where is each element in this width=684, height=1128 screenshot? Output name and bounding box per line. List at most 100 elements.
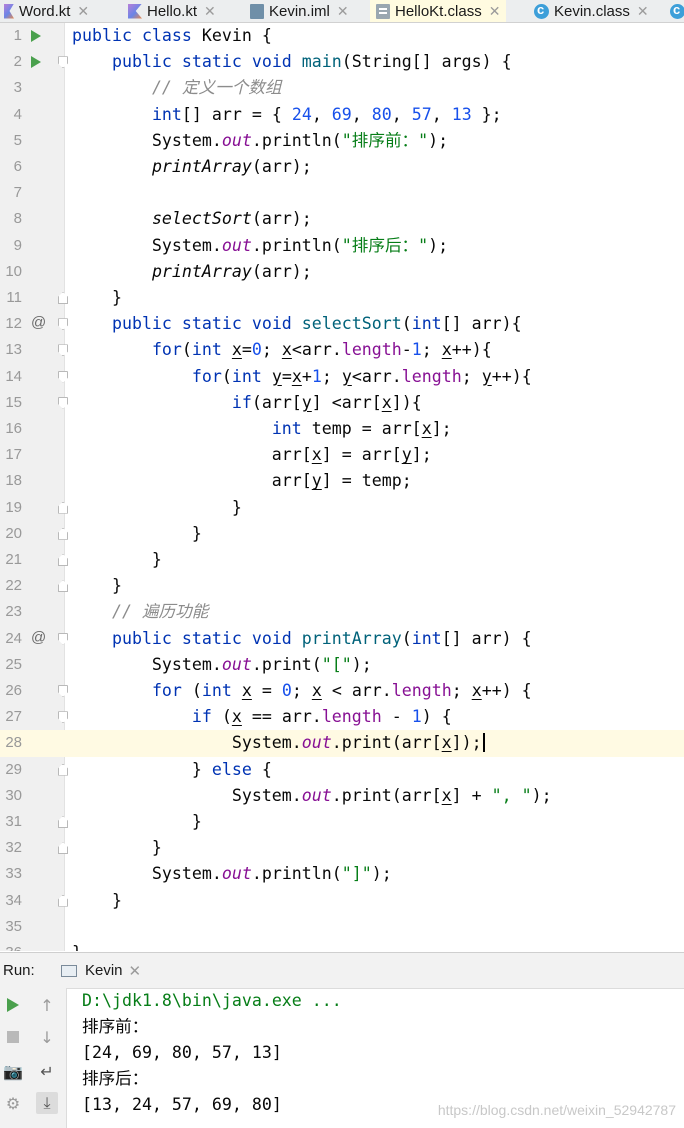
code-line[interactable]: 1 public class Kevin { <box>0 23 684 49</box>
code-line[interactable]: 4 int[] arr = { 24, 69, 80, 57, 13 }; <box>0 102 684 128</box>
code-token: selectSort <box>151 209 252 229</box>
close-icon[interactable]: ✕ <box>637 3 649 20</box>
close-icon[interactable]: ✕ <box>77 3 89 20</box>
code-line[interactable]: 10 printArray(arr); <box>0 259 684 285</box>
camera-button[interactable]: 📷 <box>2 1060 24 1082</box>
scroll-to-end-button[interactable]: ⤓ <box>36 1092 58 1114</box>
code-line[interactable]: 36} <box>0 940 684 951</box>
code-line[interactable]: 25 System.out.print("["); <box>0 652 684 678</box>
code-line[interactable]: 27 if (x == arr.length - 1) { <box>0 704 684 730</box>
fold-marker-icon[interactable] <box>58 632 68 645</box>
fold-marker-icon[interactable] <box>58 554 68 566</box>
code-line[interactable]: 30 System.out.print(arr[x] + ", "); <box>0 783 684 809</box>
tab-word-kt[interactable]: Word.kt ✕ <box>0 0 95 22</box>
code-line[interactable]: 21 } <box>0 547 684 573</box>
code-line[interactable]: 12 @ public static void selectSort(int[] … <box>0 311 684 337</box>
run-gutter-icon[interactable] <box>31 30 41 42</box>
fold-marker-icon[interactable] <box>58 501 68 514</box>
code-line[interactable]: 8 selectSort(arr); <box>0 206 684 232</box>
run-tab-kevin[interactable]: Kevin ✕ <box>57 953 145 988</box>
code-line[interactable]: 15 if(arr[y] <arr[x]){ <box>0 390 684 416</box>
code-token: } <box>72 890 122 910</box>
code-line[interactable]: 14 for(int y=x+1; y<arr.length; y++){ <box>0 364 684 390</box>
annotation-gutter-icon[interactable]: @ <box>31 629 47 647</box>
code-line[interactable]: 33 System.out.println("]"); <box>0 861 684 887</box>
annotation-gutter-icon[interactable]: @ <box>31 314 47 332</box>
code-line[interactable]: 26 for (int x = 0; x < arr.length; x++) … <box>0 678 684 704</box>
code-line[interactable]: 29 } else { <box>0 757 684 783</box>
tab-overflow[interactable] <box>664 0 684 22</box>
code-line[interactable]: 19 } <box>0 495 684 521</box>
code-token: (arr); <box>251 157 312 176</box>
code-line[interactable]: 24 @ public static void printArray(int[] … <box>0 626 684 652</box>
soft-wrap-button[interactable]: ↵ <box>36 1060 58 1082</box>
code-token: if <box>191 707 222 727</box>
code-line[interactable]: 9 System.out.println("排序后："); <box>0 233 684 259</box>
fold-marker-icon[interactable] <box>58 894 68 907</box>
settings-button[interactable]: ⚙ <box>2 1092 24 1114</box>
code-text: public static void main(String[] args) { <box>72 49 512 75</box>
code-line[interactable]: 28 System.out.print(arr[x]); <box>0 730 684 757</box>
editor-tab-bar: Word.kt ✕ Hello.kt ✕ Kevin.iml ✕ HelloKt… <box>0 0 684 23</box>
code-token: x <box>421 419 432 438</box>
fold-marker-icon[interactable] <box>58 292 68 304</box>
scroll-up-button[interactable]: ↑ <box>36 994 58 1016</box>
fold-marker-icon[interactable] <box>58 816 68 828</box>
code-line[interactable]: 16 int temp = arr[x]; <box>0 416 684 442</box>
fold-marker-icon[interactable] <box>58 711 68 724</box>
code-token: .print(arr[ <box>331 733 442 753</box>
line-number: 12 <box>5 315 22 333</box>
code-token: } <box>72 943 82 951</box>
fold-marker-icon[interactable] <box>58 344 68 357</box>
code-token: out <box>221 654 252 674</box>
tab-hellokt-class[interactable]: HelloKt.class ✕ <box>370 0 507 22</box>
code-line[interactable]: 3 // 定义一个数组 <box>0 75 684 101</box>
code-line[interactable]: 6 printArray(arr); <box>0 154 684 180</box>
line-number: 31 <box>5 813 22 830</box>
code-line[interactable]: 22 } <box>0 573 684 599</box>
code-line[interactable]: 34 } <box>0 888 684 914</box>
code-line[interactable]: 5 System.out.println("排序前："); <box>0 128 684 154</box>
code-line[interactable]: 31 } <box>0 809 684 835</box>
class-icon <box>534 2 549 19</box>
fold-marker-icon[interactable] <box>58 527 68 540</box>
code-token: } <box>72 497 242 517</box>
close-icon[interactable]: ✕ <box>337 3 349 20</box>
close-icon[interactable]: ✕ <box>204 3 216 20</box>
code-line[interactable]: 11 } <box>0 285 684 311</box>
code-token: , <box>391 104 412 124</box>
code-line[interactable]: 18 arr[y] = temp; <box>0 468 684 494</box>
stop-button[interactable] <box>2 1026 24 1048</box>
code-line[interactable]: 23 // 遍历功能 <box>0 599 684 625</box>
fold-marker-icon[interactable] <box>58 318 68 331</box>
tab-kevin-iml[interactable]: Kevin.iml ✕ <box>244 0 355 22</box>
code-editor[interactable]: 1 public class Kevin {2 public static voi… <box>0 23 684 951</box>
code-token: else <box>211 759 262 779</box>
tab-hello-kt[interactable]: Hello.kt ✕ <box>122 0 222 22</box>
code-token: length <box>391 681 452 700</box>
fold-marker-icon[interactable] <box>58 56 68 69</box>
rerun-button[interactable] <box>2 994 24 1016</box>
code-line[interactable]: 2 public static void main(String[] args)… <box>0 49 684 75</box>
scroll-down-button[interactable]: ↓ <box>36 1026 58 1048</box>
fold-marker-icon[interactable] <box>58 685 68 697</box>
run-gutter-icon[interactable] <box>31 56 41 69</box>
fold-marker-icon[interactable] <box>58 370 68 383</box>
fold-marker-icon[interactable] <box>58 396 68 409</box>
run-tool-window-header: Run: Kevin ✕ <box>0 952 684 989</box>
code-line[interactable]: 7 <box>0 180 684 206</box>
close-icon[interactable]: ✕ <box>489 3 501 20</box>
code-line[interactable]: 35 <box>0 914 684 940</box>
close-icon[interactable]: ✕ <box>129 962 142 980</box>
code-line[interactable]: 32 } <box>0 835 684 861</box>
fold-marker-icon[interactable] <box>58 763 68 776</box>
code-line[interactable]: 13 for(int x=0; x<arr.length-1; x++){ <box>0 337 684 363</box>
code-line[interactable]: 20 } <box>0 521 684 547</box>
code-line[interactable]: 17 arr[x] = arr[y]; <box>0 442 684 468</box>
code-text: System.out.println("排序后："); <box>72 233 448 259</box>
fold-marker-icon[interactable] <box>58 842 68 855</box>
tab-kevin-class[interactable]: Kevin.class ✕ <box>528 0 655 22</box>
fold-marker-icon[interactable] <box>58 580 68 593</box>
